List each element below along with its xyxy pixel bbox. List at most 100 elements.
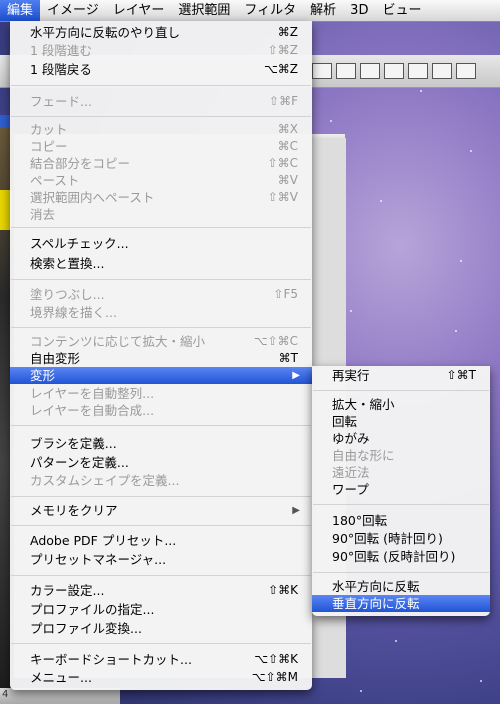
menu-item-define-pattern[interactable]: パターンを定義... xyxy=(10,454,312,471)
menu-item-pdf-presets[interactable]: Adobe PDF プリセット... xyxy=(10,532,312,549)
star-dot xyxy=(360,690,362,692)
transform-submenu: 再実行 ⇧⌘T 拡大・縮小 回転 ゆがみ 自由な形に 遠近法 ワープ 180°回転… xyxy=(312,366,490,616)
menu-item-stroke[interactable]: 境界線を描く... xyxy=(10,304,312,321)
star-dot xyxy=(455,330,457,332)
menu-item-free-transform[interactable]: 自由変形 ⌘T xyxy=(10,350,312,367)
menu-item-color-settings[interactable]: カラー設定... ⇧⌘K xyxy=(10,582,312,599)
menu-item-label: 変形 xyxy=(30,368,56,383)
submenu-item-flip-vertical[interactable]: 垂直方向に反転 xyxy=(312,595,490,612)
distribute-right-icon[interactable] xyxy=(432,63,452,79)
edit-menu-dropdown: 水平方向に反転のやり直し ⌘Z 1 段階進む ⇧⌘Z 1 段階戻る ⌥⌘Z フェード.… xyxy=(10,21,312,690)
menu-item-label: コピー xyxy=(30,139,68,154)
menu-item-shortcut: ⇧⌘F xyxy=(269,94,298,108)
menu-item-fade[interactable]: フェード... ⇧⌘F xyxy=(10,93,312,110)
menu-select[interactable]: 選択範囲 xyxy=(171,0,237,21)
menu-item-paste-into[interactable]: 選択範囲内へペースト ⇧⌘V xyxy=(10,189,312,206)
submenu-item-flip-horizontal[interactable]: 水平方向に反転 xyxy=(312,578,490,595)
menu-item-find-replace[interactable]: 検索と置換... xyxy=(10,255,312,272)
menu-item-preset-manager[interactable]: プリセットマネージャ... xyxy=(10,551,312,568)
submenu-item-again[interactable]: 再実行 ⇧⌘T xyxy=(312,367,490,384)
distribute-left-icon[interactable] xyxy=(384,63,404,79)
menu-item-keyboard-shortcuts[interactable]: キーボードショートカット... ⌥⇧⌘K xyxy=(10,651,312,668)
star-dot xyxy=(420,90,422,92)
menu-item-label: ゆがみ xyxy=(332,431,370,446)
menu-item-copy-merged[interactable]: 結合部分をコピー ⇧⌘C xyxy=(10,155,312,172)
menu-item-shortcut: ⇧⌘Z xyxy=(267,43,298,57)
menu-item-label: 90°回転 (時計回り) xyxy=(332,531,443,546)
submenu-item-rotate-90-ccw[interactable]: 90°回転 (反時計回り) xyxy=(312,548,490,565)
menu-item-shortcut: ⌥⇧⌘K xyxy=(254,652,298,666)
align-bottom-icon[interactable] xyxy=(360,63,380,79)
submenu-item-scale[interactable]: 拡大・縮小 xyxy=(312,396,490,413)
menu-item-convert-profile[interactable]: プロファイル変換... xyxy=(10,620,312,637)
menu-separator xyxy=(11,85,311,86)
menu-filter[interactable]: フィルタ xyxy=(237,0,303,21)
menu-separator xyxy=(11,227,311,228)
menu-item-fill[interactable]: 塗りつぶし... ⇧F5 xyxy=(10,286,312,303)
menu-item-label: メニュー... xyxy=(30,670,92,685)
submenu-item-distort[interactable]: 自由な形に xyxy=(312,447,490,464)
menu-separator xyxy=(313,504,489,505)
menu-item-shortcut: ⌥⇧⌘M xyxy=(251,670,298,684)
menu-item-label: 垂直方向に反転 xyxy=(332,596,420,611)
star-dot xyxy=(395,640,397,642)
menu-item-label: 選択範囲内へペースト xyxy=(30,190,155,205)
submenu-item-rotate-90-cw[interactable]: 90°回転 (時計回り) xyxy=(312,530,490,547)
submenu-item-rotate-180[interactable]: 180°回転 xyxy=(312,512,490,529)
menu-item-label: 結合部分をコピー xyxy=(30,156,131,171)
menu-image[interactable]: イメージ xyxy=(40,0,106,21)
menu-item-assign-profile[interactable]: プロファイルの指定... xyxy=(10,601,312,618)
menu-item-step-forward[interactable]: 1 段階進む ⇧⌘Z xyxy=(10,42,312,59)
menu-item-content-aware-scale[interactable]: コンテンツに応じて拡大・縮小 ⌥⇧⌘C xyxy=(10,333,312,350)
submenu-item-rotate[interactable]: 回転 xyxy=(312,413,490,430)
menu-item-auto-align-layers[interactable]: レイヤーを自動整列... xyxy=(10,385,312,402)
menu-item-purge[interactable]: メモリをクリア ▶ xyxy=(10,502,312,519)
menu-item-label: メモリをクリア xyxy=(30,503,118,518)
submenu-item-skew[interactable]: ゆがみ xyxy=(312,430,490,447)
menu-item-cut[interactable]: カット ⌘X xyxy=(10,121,312,138)
menu-item-redo-flip[interactable]: 水平方向に反転のやり直し ⌘Z xyxy=(10,24,312,41)
align-middle-icon[interactable] xyxy=(336,63,356,79)
submenu-item-perspective[interactable]: 遠近法 xyxy=(312,464,490,481)
menu-3d[interactable]: 3D xyxy=(343,0,375,21)
menu-item-label: プリセットマネージャ... xyxy=(30,552,167,567)
menu-item-label: 検索と置換... xyxy=(30,256,105,271)
menu-item-define-custom-shape[interactable]: カスタムシェイプを定義... xyxy=(10,472,312,489)
menu-item-label: 回転 xyxy=(332,414,358,429)
menu-item-copy[interactable]: コピー ⌘C xyxy=(10,138,312,155)
distribute-center-icon[interactable] xyxy=(408,63,428,79)
menu-item-label: カラー設定... xyxy=(30,583,105,598)
menu-item-label: カット xyxy=(30,122,68,137)
menu-item-auto-blend-layers[interactable]: レイヤーを自動合成... xyxy=(10,402,312,419)
menu-item-shortcut: ⌥⌘Z xyxy=(263,62,298,76)
menu-item-clear[interactable]: 消去 xyxy=(10,206,312,223)
menu-view[interactable]: ビュー xyxy=(375,0,428,21)
menu-item-define-brush[interactable]: ブラシを定義... xyxy=(10,435,312,452)
menu-item-label: コンテンツに応じて拡大・縮小 xyxy=(30,334,206,349)
menu-item-shortcut: ⌘Z xyxy=(277,25,298,39)
menu-item-label: ペースト xyxy=(30,173,80,188)
auto-align-icon[interactable] xyxy=(456,63,476,79)
star-dot xyxy=(330,120,332,122)
menu-layer[interactable]: レイヤー xyxy=(106,0,172,21)
menu-separator xyxy=(313,572,489,573)
menu-item-shortcut: ⇧⌘V xyxy=(267,190,298,204)
menu-item-transform[interactable]: 変形 ▶ xyxy=(10,367,312,384)
align-top-icon[interactable] xyxy=(312,63,332,79)
menu-separator xyxy=(313,390,489,391)
star-dot xyxy=(480,680,482,682)
menu-item-label: 180°回転 xyxy=(332,513,388,528)
menu-item-label: 自由変形 xyxy=(30,351,81,366)
menu-item-shortcut: ⌘V xyxy=(277,173,298,187)
star-dot xyxy=(460,260,462,262)
menu-item-paste[interactable]: ペースト ⌘V xyxy=(10,172,312,189)
submenu-item-warp[interactable]: ワープ xyxy=(312,481,490,498)
menu-item-label: プロファイルの指定... xyxy=(30,602,155,617)
menu-analysis[interactable]: 解析 xyxy=(303,0,343,21)
menu-item-spell-check[interactable]: スペルチェック... xyxy=(10,235,312,252)
align-buttons xyxy=(312,63,476,79)
menu-item-menus[interactable]: メニュー... ⌥⇧⌘M xyxy=(10,669,312,686)
menu-item-step-backward[interactable]: 1 段階戻る ⌥⌘Z xyxy=(10,61,312,78)
menu-edit[interactable]: 編集 xyxy=(0,0,41,21)
menu-item-label: 拡大・縮小 xyxy=(332,397,395,412)
